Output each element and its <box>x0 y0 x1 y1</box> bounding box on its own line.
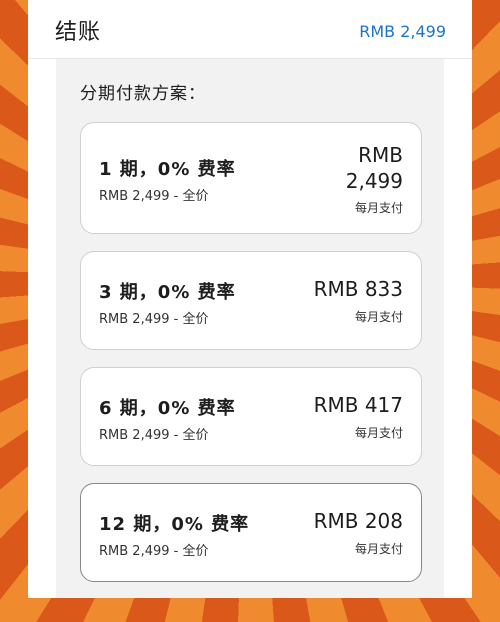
option-total-price: RMB 2,499 - 全价 <box>99 428 209 443</box>
installment-option-1[interactable]: 1 期，0% 费率 RMB 2,499 - 全价 RMB 2,499 每月支付 <box>80 122 422 234</box>
option-monthly-price: RMB 208 <box>313 509 403 533</box>
option-total-price: RMB 2,499 - 全价 <box>99 544 209 559</box>
option-term: 1 期，0% 费率 <box>99 159 236 180</box>
option-total-price: RMB 2,499 - 全价 <box>99 312 209 327</box>
installment-option-3[interactable]: 3 期，0% 费率 RMB 2,499 - 全价 RMB 833 每月支付 <box>80 251 422 350</box>
page-title: 结账 <box>55 20 102 45</box>
checkout-header: 结账 RMB 2,499 <box>28 0 472 59</box>
option-term: 12 期，0% 费率 <box>99 514 250 535</box>
option-monthly-price: RMB 417 <box>313 393 403 417</box>
header-total-amount[interactable]: RMB 2,499 <box>359 22 446 41</box>
option-per-month-label: 每月支付 <box>354 310 403 324</box>
installment-plan-label: 分期付款方案： <box>80 84 206 104</box>
installment-option-12[interactable]: 12 期，0% 费率 RMB 2,499 - 全价 RMB 208 每月支付 <box>80 483 422 582</box>
checkout-panel: 结账 RMB 2,499 分期付款方案： 1 期，0% 费率 RMB 2,499… <box>28 0 472 598</box>
option-per-month-label: 每月支付 <box>354 201 403 215</box>
option-per-month-label: 每月支付 <box>354 426 403 440</box>
option-term: 6 期，0% 费率 <box>99 398 236 419</box>
option-total-price: RMB 2,499 - 全价 <box>99 189 209 204</box>
option-term: 3 期，0% 费率 <box>99 282 236 303</box>
installment-section: 分期付款方案： 1 期，0% 费率 RMB 2,499 - 全价 RMB 2,4… <box>56 59 444 598</box>
option-monthly-price: RMB 2,499 <box>345 143 403 193</box>
option-monthly-price: RMB 833 <box>313 277 403 301</box>
option-per-month-label: 每月支付 <box>354 542 403 556</box>
installment-option-6[interactable]: 6 期，0% 费率 RMB 2,499 - 全价 RMB 417 每月支付 <box>80 367 422 466</box>
